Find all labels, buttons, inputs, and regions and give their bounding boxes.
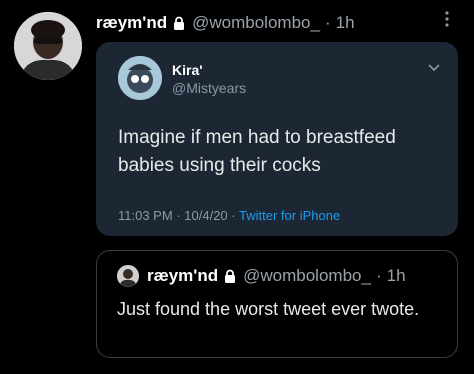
reply-quote-card[interactable]: ræym'nd @wombolombo_ · 1h Just found the…	[96, 250, 458, 358]
source-link[interactable]: Twitter for iPhone	[239, 208, 340, 223]
quoted-author-name[interactable]: Kira'	[172, 62, 203, 78]
chevron-down-icon[interactable]	[428, 64, 440, 72]
reply-author-name[interactable]: ræym'nd	[147, 266, 218, 286]
quoted-tweet-card[interactable]: Kira' @Mistyears Imagine if men had to b…	[96, 42, 458, 236]
lock-icon	[225, 269, 236, 283]
quoted-avatar-image	[118, 56, 162, 100]
reply-avatar-image	[117, 265, 139, 287]
quoted-avatar[interactable]	[118, 56, 162, 100]
separator-dot: ·	[324, 13, 331, 32]
meta-separator: ·	[231, 208, 236, 223]
tweet-header: ræym'nd @wombolombo_ · 1h	[96, 10, 454, 36]
quoted-tweet-text: Imagine if men had to breastfeed babies …	[118, 127, 396, 176]
reply-time[interactable]: 1h	[387, 266, 406, 286]
lock-icon	[174, 16, 185, 30]
quoted-author-handle[interactable]: @Mistyears	[172, 80, 246, 96]
avatar-photo	[14, 12, 82, 80]
author-handle[interactable]: @wombolombo_	[192, 13, 320, 33]
quoted-date[interactable]: 10/4/20	[184, 208, 227, 223]
reply-author-handle[interactable]: @wombolombo_	[243, 266, 371, 286]
quoted-time[interactable]: 11:03 PM	[118, 208, 173, 223]
meta-separator: ·	[176, 208, 181, 223]
reply-avatar[interactable]	[117, 265, 139, 287]
avatar[interactable]	[14, 12, 82, 80]
author-name[interactable]: ræym'nd	[96, 13, 167, 33]
quoted-tweet-meta: 11:03 PM · 10/4/20 · Twitter for iPhone	[118, 208, 340, 223]
reply-header: ræym'nd @wombolombo_ · 1h	[117, 265, 406, 287]
tweet-time[interactable]: 1h	[336, 13, 355, 33]
reply-text: Just found the worst tweet ever twote.	[117, 299, 420, 319]
more-vertical-icon[interactable]	[444, 10, 450, 28]
separator-dot: ·	[375, 266, 382, 285]
